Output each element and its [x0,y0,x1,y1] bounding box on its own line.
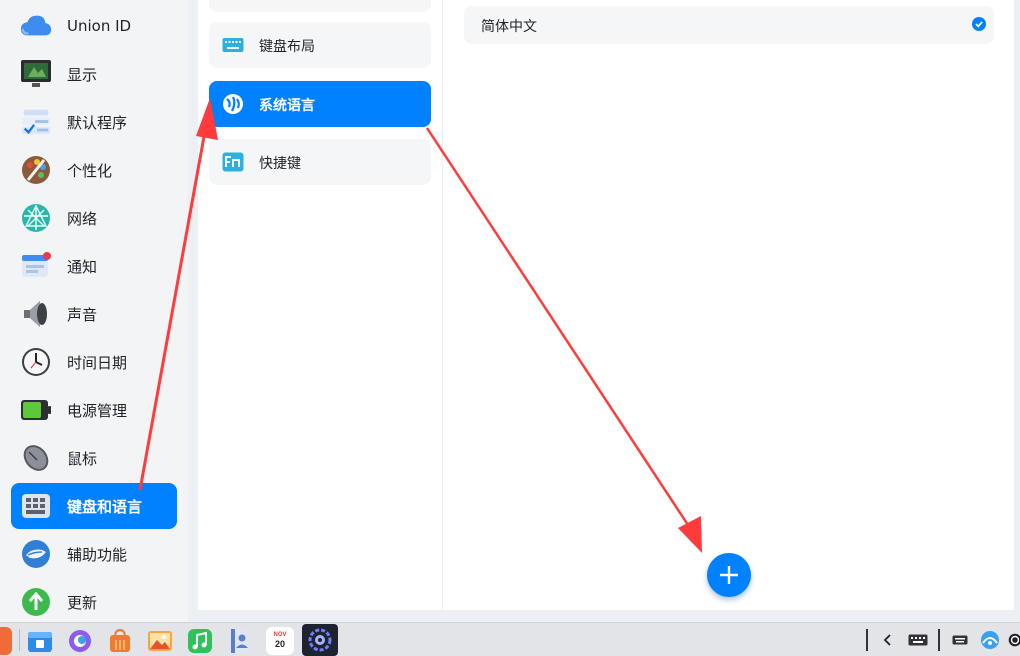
default-apps-icon [20,106,52,138]
sidebar-item-label: 声音 [67,305,98,324]
sidebar-item-mouse[interactable]: 鼠标 [11,435,177,481]
language-row[interactable]: 简体中文 [464,6,994,44]
network-tray-icon[interactable] [978,629,1002,651]
sidebar-item-personalization[interactable]: 个性化 [11,147,177,193]
sidebar-item-label: 电源管理 [67,401,128,420]
sidebar-item-keyboard-language[interactable]: 键盘和语言 [11,483,177,529]
subnav-item-previous[interactable] [209,0,431,12]
plus-icon [718,564,740,586]
sidebar-item-label: 鼠标 [67,449,98,468]
chevron-left-icon[interactable] [880,629,896,651]
sidebar-item-sound[interactable]: 声音 [11,291,177,337]
subnav-item-keyboard-layout[interactable]: 键盘布局 [209,22,431,68]
subnav-item-label: 键盘布局 [259,39,315,55]
accessibility-icon [20,538,52,570]
sidebar-item-network[interactable]: 网络 [11,195,177,241]
language-icon [222,93,244,115]
sidebar-item-label: 默认程序 [67,113,128,132]
sidebar-item-label: 网络 [67,209,98,228]
file-manager-icon[interactable] [26,627,54,655]
power-tray-icon[interactable] [1008,629,1020,651]
sidebar-item-label: 个性化 [67,161,113,180]
sidebar-item-label: 更新 [67,593,98,612]
dock-separator [19,629,20,651]
subnav-panel: 键盘布局 系统语言 快捷键 [198,0,442,610]
subnav-item-system-language[interactable]: 系统语言 [209,81,431,127]
sidebar-item-display[interactable]: 显示 [11,51,177,97]
taskbar: NOV 20 [0,622,1020,656]
sidebar-item-accessibility[interactable]: 辅助功能 [11,531,177,577]
launcher-icon[interactable] [0,627,12,655]
sidebar-item-label: 通知 [67,257,98,276]
tray-separator [866,629,868,651]
language-list-panel: 简体中文 [443,0,1014,610]
input-method-icon[interactable] [950,629,970,651]
language-label: 简体中文 [481,19,537,35]
notification-icon [20,250,52,282]
music-icon[interactable] [186,627,214,655]
onscreen-keyboard-icon[interactable] [906,629,930,651]
fn-shortcut-icon [222,151,244,173]
sidebar-item-label: Union ID [67,17,132,35]
keyboard-layout-icon [222,34,244,56]
sidebar-item-label: 键盘和语言 [67,497,143,516]
add-language-button[interactable] [707,553,751,597]
calendar-month: NOV [273,632,287,638]
calendar-icon[interactable]: NOV 20 [266,627,294,655]
sidebar-item-datetime[interactable]: 时间日期 [11,339,177,385]
sidebar-item-union-id[interactable]: Union ID [11,3,177,49]
battery-icon [20,394,52,426]
sidebar-item-label: 辅助功能 [67,545,128,564]
app-store-icon[interactable] [106,627,134,655]
subnav-item-shortcuts[interactable]: 快捷键 [209,139,431,185]
subnav-item-label: 系统语言 [259,98,315,114]
speaker-icon [20,298,52,330]
cloud-icon [20,10,52,42]
control-center-icon[interactable] [302,624,338,656]
mouse-icon [20,442,52,474]
update-icon [20,586,52,618]
calendar-day: 20 [274,639,285,649]
browser-icon[interactable] [66,627,94,655]
image-viewer-icon[interactable] [146,627,174,655]
contacts-icon[interactable] [226,627,254,655]
check-icon [972,17,986,31]
clock-icon [20,346,52,378]
keyboard-icon [20,490,52,522]
sidebar-item-notifications[interactable]: 通知 [11,243,177,289]
sidebar-item-label: 显示 [67,65,98,84]
sidebar: Union ID 显示 默认程序 个性化 网络 通知 声音 时间日期 电源管理 … [0,0,188,622]
monitor-icon [20,58,52,90]
tray-separator [938,629,940,651]
sidebar-item-label: 时间日期 [67,353,128,372]
sidebar-item-power[interactable]: 电源管理 [11,387,177,433]
sidebar-item-update[interactable]: 更新 [11,579,177,625]
subnav-item-label: 快捷键 [259,156,301,172]
sidebar-item-default-apps[interactable]: 默认程序 [11,99,177,145]
palette-icon [20,154,52,186]
network-icon [20,202,52,234]
